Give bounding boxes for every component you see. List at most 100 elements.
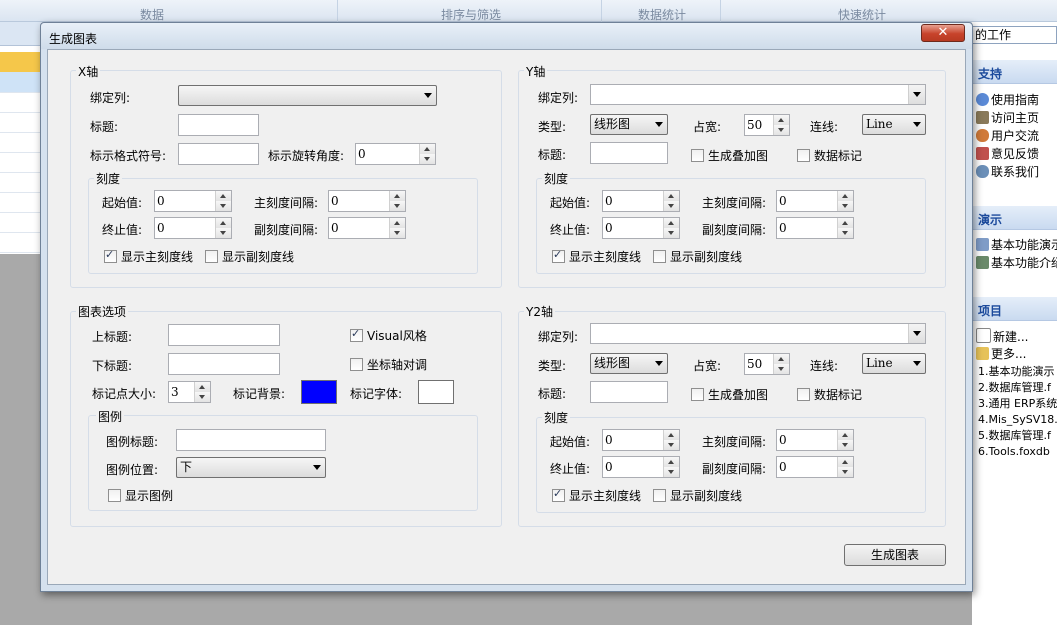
grid-row[interactable] — [0, 132, 42, 153]
y-start-stepper[interactable]: 0 — [602, 190, 680, 212]
x-minor-stepper[interactable]: 0 — [328, 217, 406, 239]
show-legend-checkbox[interactable]: 显示图例 — [108, 487, 173, 504]
spin-down-button[interactable] — [664, 440, 679, 450]
spin-down-button[interactable] — [838, 228, 853, 238]
grid-row[interactable] — [0, 172, 42, 193]
y2-type-select[interactable]: 线形图 — [590, 353, 668, 374]
spin-down-button[interactable] — [838, 467, 853, 477]
y2-overlay-checkbox[interactable]: 生成叠加图 — [691, 386, 768, 403]
panel-recent-project[interactable]: 1.基本功能演示 — [978, 364, 1057, 380]
x-end-label: 终止值: — [102, 223, 143, 237]
grid-row[interactable] — [0, 192, 42, 213]
spin-down-button[interactable] — [774, 364, 789, 374]
y2-line-select[interactable]: Line — [862, 353, 926, 374]
spin-down-button[interactable] — [390, 228, 405, 238]
dialog-titlebar[interactable]: 生成图表 ✕ — [41, 23, 972, 49]
spin-down-button[interactable] — [838, 201, 853, 211]
panel-recent-project[interactable]: 5.数据库管理.f — [978, 428, 1057, 444]
spin-down-button[interactable] — [390, 201, 405, 211]
chevron-down-icon — [313, 465, 321, 470]
generate-chart-button[interactable]: 生成图表 — [844, 544, 946, 566]
panel-item-feedback[interactable]: 意见反馈 — [976, 146, 1057, 162]
panel-recent-project[interactable]: 2.数据库管理.f — [978, 380, 1057, 396]
y2-major-stepper[interactable]: 0 — [776, 429, 854, 451]
y-major-label: 主刻度间隔: — [702, 196, 767, 210]
y-end-stepper[interactable]: 0 — [602, 217, 680, 239]
panel-section-project[interactable]: 项目 — [972, 297, 1057, 321]
y2-marker-checkbox[interactable]: 数据标记 — [797, 386, 862, 403]
y-bind-select[interactable] — [590, 84, 926, 105]
spin-down-button[interactable] — [664, 201, 679, 211]
spin-down-button[interactable] — [664, 467, 679, 477]
spin-down-button[interactable] — [420, 154, 435, 164]
bottom-title-input[interactable] — [168, 353, 280, 375]
y-title-input[interactable] — [590, 142, 668, 164]
y-marker-checkbox[interactable]: 数据标记 — [797, 147, 862, 164]
y2-minor-stepper[interactable]: 0 — [776, 456, 854, 478]
panel-item-basic-demo[interactable]: 基本功能演示 — [976, 237, 1057, 253]
x-format-input[interactable] — [178, 143, 259, 165]
grid-cell-selected[interactable] — [0, 52, 42, 73]
y2-title-input[interactable] — [590, 381, 668, 403]
panel-recent-project[interactable]: 3.通用 ERP系统 — [978, 396, 1057, 412]
panel-item-basic-intro[interactable]: 基本功能介绍 — [976, 255, 1057, 271]
y2-width-label: 占宽: — [693, 359, 722, 373]
y2-width-stepper[interactable]: 50 — [744, 353, 790, 375]
marker-bg-color-swatch[interactable] — [301, 380, 337, 404]
top-title-input[interactable] — [168, 324, 280, 346]
checkbox-icon — [350, 358, 363, 371]
y-type-select[interactable]: 线形图 — [590, 114, 668, 135]
grid-row[interactable] — [0, 92, 42, 113]
marker-size-stepper[interactable]: 3 — [168, 381, 211, 403]
x-show-minor-checkbox[interactable]: 显示副刻度线 — [205, 248, 294, 265]
panel-section-demo[interactable]: 演示 — [972, 206, 1057, 230]
marker-font-color-swatch[interactable] — [418, 380, 454, 404]
grid-row[interactable] — [0, 72, 42, 93]
x-bind-select[interactable] — [178, 85, 437, 106]
panel-item-more[interactable]: 更多... — [976, 346, 1057, 362]
y-major-stepper[interactable]: 0 — [776, 190, 854, 212]
spin-down-button[interactable] — [216, 201, 231, 211]
y2-bind-select[interactable] — [590, 323, 926, 344]
swap-axes-checkbox[interactable]: 坐标轴对调 — [350, 356, 427, 373]
spin-down-button[interactable] — [664, 228, 679, 238]
x-major-stepper[interactable]: 0 — [328, 190, 406, 212]
x-start-stepper[interactable]: 0 — [154, 190, 232, 212]
panel-recent-project[interactable]: 4.Mis_SySV18.f — [978, 412, 1057, 428]
task-panel-input[interactable]: 的工作 — [972, 26, 1057, 44]
panel-item-homepage[interactable]: 访问主页 — [976, 110, 1057, 126]
panel-item-contact[interactable]: 联系我们 — [976, 164, 1057, 180]
panel-section-support[interactable]: 支持 — [972, 60, 1057, 84]
panel-item-user-guide[interactable]: 使用指南 — [976, 92, 1057, 108]
y2-show-minor-checkbox[interactable]: 显示副刻度线 — [653, 487, 742, 504]
y-minor-stepper[interactable]: 0 — [776, 217, 854, 239]
legend-position-select[interactable]: 下 — [176, 457, 326, 478]
panel-item-new[interactable]: 新建... — [976, 328, 1057, 344]
y-width-stepper[interactable]: 50 — [744, 114, 790, 136]
close-button[interactable]: ✕ — [921, 24, 965, 42]
panel-item-user-forum[interactable]: 用户交流 — [976, 128, 1057, 144]
spin-down-button[interactable] — [195, 392, 210, 402]
visual-style-checkbox[interactable]: Visual风格 — [350, 327, 427, 344]
y-line-select[interactable]: Line — [862, 114, 926, 135]
spin-down-button[interactable] — [838, 440, 853, 450]
grid-row[interactable] — [0, 232, 42, 253]
legend-title-input[interactable] — [176, 429, 326, 451]
y2-minor-label: 副刻度间隔: — [702, 462, 767, 476]
spin-down-button[interactable] — [774, 125, 789, 135]
x-show-major-checkbox[interactable]: 显示主刻度线 — [104, 248, 193, 265]
panel-recent-project[interactable]: 6.Tools.foxdb — [978, 444, 1057, 460]
grid-row[interactable] — [0, 212, 42, 233]
x-title-input[interactable] — [178, 114, 259, 136]
x-rotate-stepper[interactable]: 0 — [355, 143, 436, 165]
y2-end-stepper[interactable]: 0 — [602, 456, 680, 478]
x-end-stepper[interactable]: 0 — [154, 217, 232, 239]
y2-start-stepper[interactable]: 0 — [602, 429, 680, 451]
y-show-minor-checkbox[interactable]: 显示副刻度线 — [653, 248, 742, 265]
y-show-major-checkbox[interactable]: 显示主刻度线 — [552, 248, 641, 265]
y2-show-major-checkbox[interactable]: 显示主刻度线 — [552, 487, 641, 504]
grid-row[interactable] — [0, 152, 42, 173]
spin-down-button[interactable] — [216, 228, 231, 238]
grid-row[interactable] — [0, 112, 42, 133]
y-overlay-checkbox[interactable]: 生成叠加图 — [691, 147, 768, 164]
